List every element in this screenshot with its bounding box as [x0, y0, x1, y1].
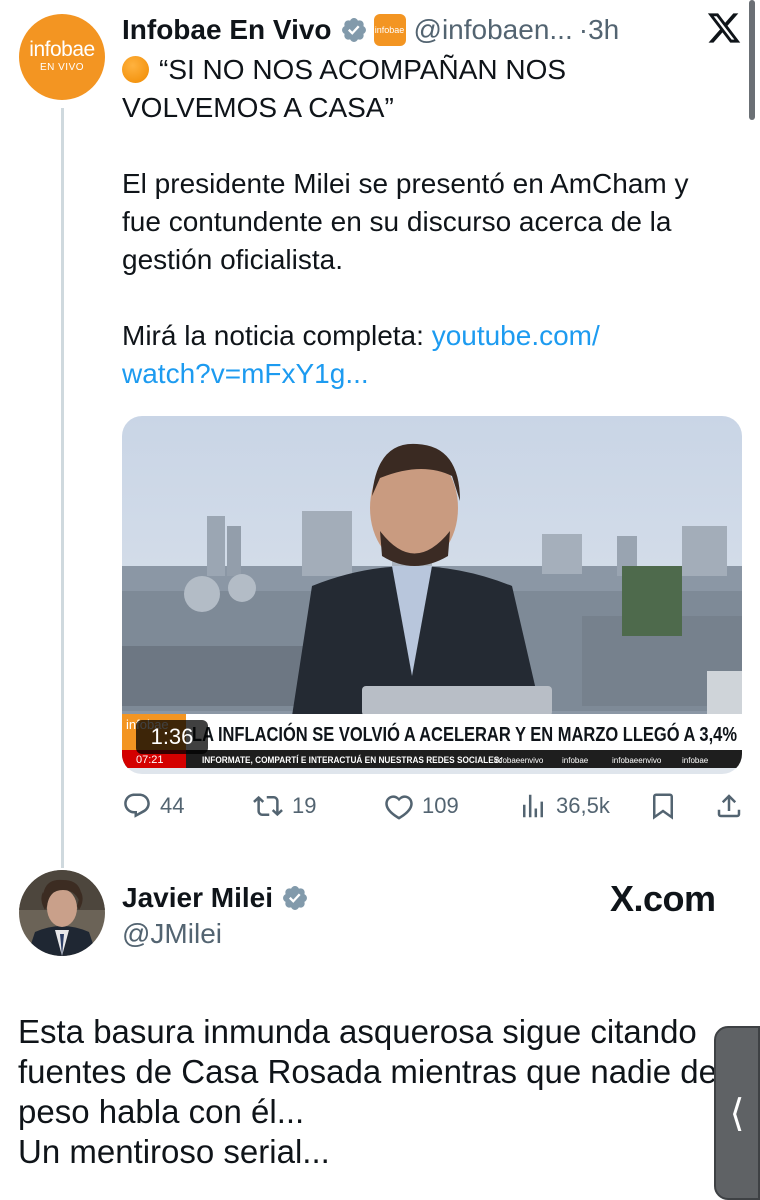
orange-circle-icon [122, 56, 149, 83]
like-count: 109 [422, 793, 459, 818]
xcom-watermark: X.com [610, 878, 716, 919]
tweet2-line3: peso habla con él... [18, 1093, 305, 1130]
youtube-link[interactable]: youtube.com/ [432, 320, 600, 351]
affiliate-badge[interactable]: infobae [373, 14, 406, 46]
avatar-brand: infobae [29, 38, 95, 61]
chevron-left-icon: ⟨ [729, 1092, 745, 1135]
body-line2: fue contundente en su discurso acerca de… [122, 206, 672, 237]
scrollbar[interactable] [749, 0, 755, 120]
repost-button[interactable]: 19 [252, 786, 316, 826]
tweet2-line1: Esta basura inmunda asquerosa sigue cita… [18, 1013, 697, 1050]
youtube-link-cont[interactable]: watch?v=mFxY1g... [122, 358, 369, 389]
verified-icon [281, 884, 309, 912]
tweet2-line2: fuentes de Casa Rosada mientras que nadi… [18, 1053, 717, 1090]
repost-count: 19 [292, 793, 317, 818]
like-button[interactable]: 109 [384, 786, 459, 826]
video-duration: 1:36 [136, 720, 208, 754]
separator: · [578, 14, 589, 45]
timestamp[interactable]: 3h [588, 14, 619, 46]
cta-text: Mirá la noticia completa: [122, 320, 432, 351]
author-name[interactable]: Javier Milei [122, 882, 273, 914]
body-line3: gestión oficialista. [122, 244, 344, 275]
views-icon [523, 794, 543, 818]
tweet2-header: Javier Milei [122, 880, 309, 916]
repost-icon [253, 795, 283, 817]
ticker-text: INFORMATE, COMPARTÍ E INTERACTUÁ EN NUES… [202, 755, 502, 765]
tweet2-line4: Un mentiroso serial... [18, 1133, 330, 1170]
author-handle[interactable]: @infobaen... [414, 14, 573, 46]
author-handle[interactable]: @JMilei [122, 918, 222, 950]
share-button[interactable] [714, 786, 744, 826]
reply-icon [124, 793, 150, 818]
video-player[interactable]: infobae LA INFLACIÓN SE VOLVIÓ A ACELERA… [122, 416, 742, 774]
like-icon [385, 795, 413, 820]
body-line1: El presidente Milei se presentó en AmCha… [122, 168, 689, 199]
x-logo-icon[interactable] [706, 10, 742, 46]
bookmark-button[interactable] [648, 786, 678, 826]
action-bar: 44 19 109 36,5k [122, 786, 744, 826]
reply-count: 44 [160, 793, 185, 818]
author-name[interactable]: Infobae En Vivo [122, 14, 332, 46]
ticker-social-3: infobaeenvivo [612, 756, 662, 765]
tweet2-text: Esta basura inmunda asquerosa sigue cita… [18, 1012, 718, 1172]
ticker-social-1: infobaeenvivo [494, 756, 544, 765]
headline-line2: VOLVEMOS A CASA” [122, 92, 394, 123]
milei-avatar[interactable] [19, 870, 105, 956]
infobae-avatar[interactable]: infobae EN VIVO [19, 14, 105, 100]
side-panel-tab[interactable]: ⟨ [714, 1026, 760, 1200]
video-clock: 07:21 [136, 754, 164, 766]
tweet-text: “SI NO NOS ACOMPAÑAN NOS VOLVEMOS A CASA… [122, 51, 742, 393]
bookmark-icon [653, 793, 673, 820]
view-count: 36,5k [556, 793, 610, 818]
verified-icon [340, 16, 368, 44]
views-button[interactable]: 36,5k [518, 786, 610, 826]
share-icon [717, 794, 741, 818]
avatar-sub: EN VIVO [39, 62, 85, 73]
video-frame: infobae LA INFLACIÓN SE VOLVIÓ A ACELERA… [122, 416, 742, 774]
thread-line [61, 108, 64, 868]
headline-line1: “SI NO NOS ACOMPAÑAN NOS [159, 54, 567, 85]
chyron-text: LA INFLACIÓN SE VOLVIÓ A ACELERAR Y EN M… [192, 722, 737, 746]
tweet-header: Infobae En Vivo infobae @infobaen... · 3… [122, 10, 619, 50]
reply-button[interactable]: 44 [122, 786, 184, 826]
ticker-social-2: infobae [562, 756, 589, 765]
ticker-social-4: infobae [682, 756, 709, 765]
